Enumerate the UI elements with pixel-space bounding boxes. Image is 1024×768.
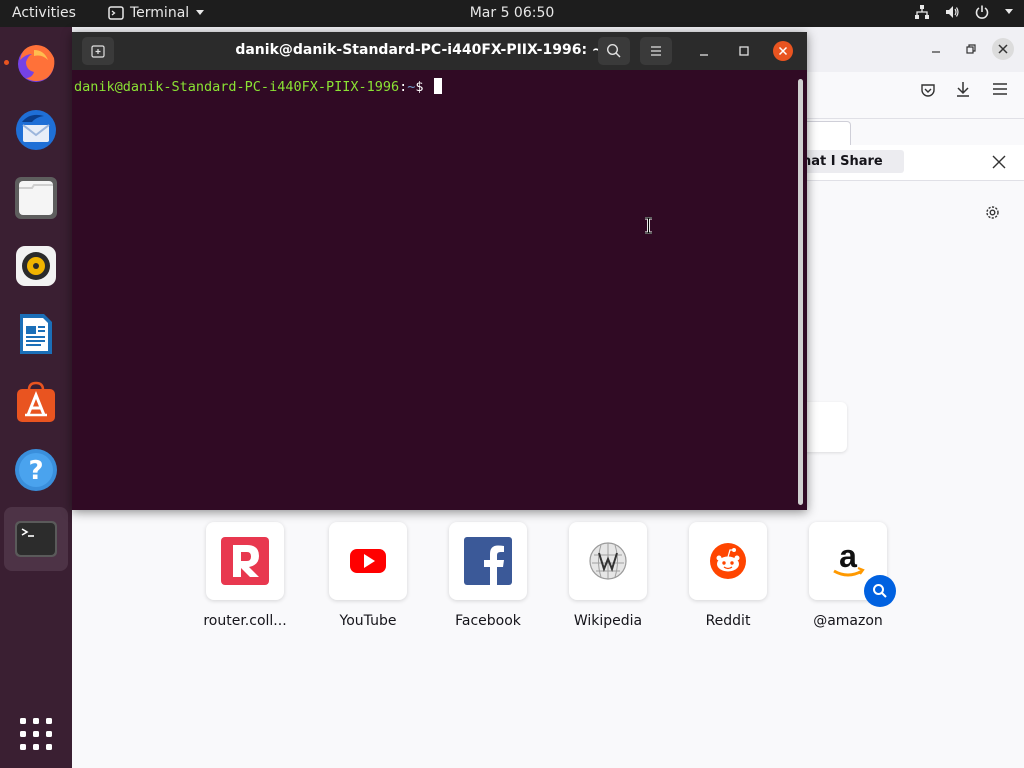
notice-button[interactable]: hat I Share bbox=[794, 150, 904, 173]
router-icon bbox=[221, 537, 269, 585]
app-menu[interactable]: Terminal bbox=[108, 5, 205, 21]
thunderbird-icon bbox=[16, 110, 56, 150]
pocket-icon[interactable] bbox=[920, 82, 936, 98]
prompt-user-host: danik@danik-Standard-PC-i440FX-PIIX-1996 bbox=[74, 79, 400, 95]
close-icon bbox=[998, 44, 1008, 54]
prompt-symbol: $ bbox=[415, 79, 424, 95]
shortcut-tile[interactable]: YouTube bbox=[308, 522, 428, 629]
shortcut-icon-box bbox=[569, 522, 647, 600]
close-icon[interactable] bbox=[992, 155, 1006, 169]
downloads-icon[interactable] bbox=[955, 81, 971, 98]
new-tab-icon bbox=[91, 45, 105, 58]
shortcut-label: router.coll... bbox=[203, 613, 287, 629]
dock-item-terminal[interactable] bbox=[4, 507, 68, 571]
dock: ? bbox=[0, 27, 72, 768]
dock-item-libreoffice-writer[interactable] bbox=[4, 302, 68, 366]
clock[interactable]: Mar 5 06:50 bbox=[470, 5, 555, 21]
dock-item-firefox[interactable] bbox=[4, 30, 68, 94]
prompt-line: danik@danik-Standard-PC-i440FX-PIIX-1996… bbox=[74, 78, 442, 95]
dock-item-ubuntu-software[interactable] bbox=[4, 370, 68, 434]
power-icon bbox=[975, 5, 989, 19]
shortcut-tile[interactable]: router.coll... bbox=[185, 522, 305, 629]
shortcut-label: @amazon bbox=[813, 613, 883, 629]
shortcut-icon-box bbox=[206, 522, 284, 600]
dock-item-rhythmbox[interactable] bbox=[4, 234, 68, 298]
terminal-title: danik@danik-Standard-PC-i440FX-PIIX-1996… bbox=[235, 42, 604, 58]
network-wired-icon bbox=[915, 5, 929, 19]
writer-icon bbox=[20, 314, 52, 354]
close-icon bbox=[778, 46, 788, 56]
close-button[interactable] bbox=[992, 38, 1014, 60]
hamburger-menu-icon bbox=[651, 46, 661, 56]
close-button[interactable] bbox=[773, 41, 793, 61]
show-applications-button[interactable] bbox=[4, 702, 68, 766]
minimize-icon[interactable] bbox=[930, 44, 942, 56]
maximize-icon bbox=[739, 46, 749, 56]
new-tab-button[interactable] bbox=[82, 37, 114, 65]
terminal-window[interactable]: danik@danik-Standard-PC-i440FX-PIIX-1996… bbox=[72, 32, 807, 510]
activities-button[interactable]: Activities bbox=[12, 5, 76, 21]
facebook-icon bbox=[464, 537, 512, 585]
files-icon bbox=[15, 177, 57, 219]
text-cursor bbox=[433, 78, 442, 94]
maximize-button[interactable] bbox=[734, 41, 754, 61]
system-status-area[interactable] bbox=[914, 4, 1014, 20]
shortcut-icon-box bbox=[449, 522, 527, 600]
volume-icon bbox=[946, 6, 959, 18]
shortcut-icon-box bbox=[329, 522, 407, 600]
dock-item-files[interactable] bbox=[4, 166, 68, 230]
rhythmbox-icon bbox=[16, 246, 56, 286]
terminal-small-icon bbox=[108, 6, 124, 20]
scrollbar[interactable] bbox=[798, 79, 803, 505]
wikipedia-icon bbox=[589, 542, 627, 580]
reddit-icon bbox=[710, 543, 746, 579]
shortcut-tile[interactable]: Wikipedia bbox=[548, 522, 668, 629]
search-shortcut-badge bbox=[864, 575, 896, 607]
minimize-button[interactable] bbox=[694, 41, 714, 61]
software-icon bbox=[17, 381, 55, 422]
system-menu-arrow-icon bbox=[1005, 9, 1013, 14]
top-bar: Activities Terminal Mar 5 06:50 bbox=[0, 0, 1024, 27]
help-icon: ? bbox=[15, 449, 57, 491]
search-button[interactable] bbox=[598, 37, 630, 65]
gear-icon[interactable] bbox=[984, 204, 1001, 221]
terminal-headerbar[interactable]: danik@danik-Standard-PC-i440FX-PIIX-1996… bbox=[72, 32, 807, 70]
app-menu-label: Terminal bbox=[130, 5, 190, 21]
terminal-icon bbox=[15, 521, 57, 557]
dock-item-help[interactable]: ? bbox=[4, 438, 68, 502]
terminal-output[interactable]: danik@danik-Standard-PC-i440FX-PIIX-1996… bbox=[72, 70, 807, 510]
ibeam-cursor-icon bbox=[645, 217, 652, 234]
restore-icon[interactable] bbox=[965, 43, 977, 55]
dock-item-thunderbird[interactable] bbox=[4, 98, 68, 162]
search-icon bbox=[873, 584, 887, 598]
shortcut-label: Reddit bbox=[705, 613, 751, 629]
dropdown-arrow-icon bbox=[196, 10, 205, 15]
youtube-icon bbox=[350, 549, 386, 573]
shortcut-tile[interactable]: Reddit bbox=[668, 522, 788, 629]
shortcut-tile[interactable]: a @amazon bbox=[788, 522, 908, 629]
svg-text:a: a bbox=[839, 538, 857, 574]
hamburger-menu-icon[interactable] bbox=[992, 82, 1008, 96]
svg-text:?: ? bbox=[28, 456, 43, 486]
shortcut-tile[interactable]: Facebook bbox=[428, 522, 548, 629]
shortcut-label: YouTube bbox=[339, 613, 397, 629]
shortcut-icon-box bbox=[689, 522, 767, 600]
amazon-icon: a bbox=[833, 538, 865, 577]
shortcut-label: Wikipedia bbox=[573, 613, 643, 629]
menu-button[interactable] bbox=[640, 37, 672, 65]
minimize-icon bbox=[700, 54, 708, 56]
notice-button-label: hat I Share bbox=[802, 154, 883, 169]
app-grid-icon bbox=[20, 718, 52, 750]
firefox-icon bbox=[18, 45, 55, 82]
shortcut-label: Facebook bbox=[455, 613, 521, 629]
search-icon bbox=[606, 43, 621, 58]
shortcut-icon-box: a bbox=[809, 522, 896, 607]
